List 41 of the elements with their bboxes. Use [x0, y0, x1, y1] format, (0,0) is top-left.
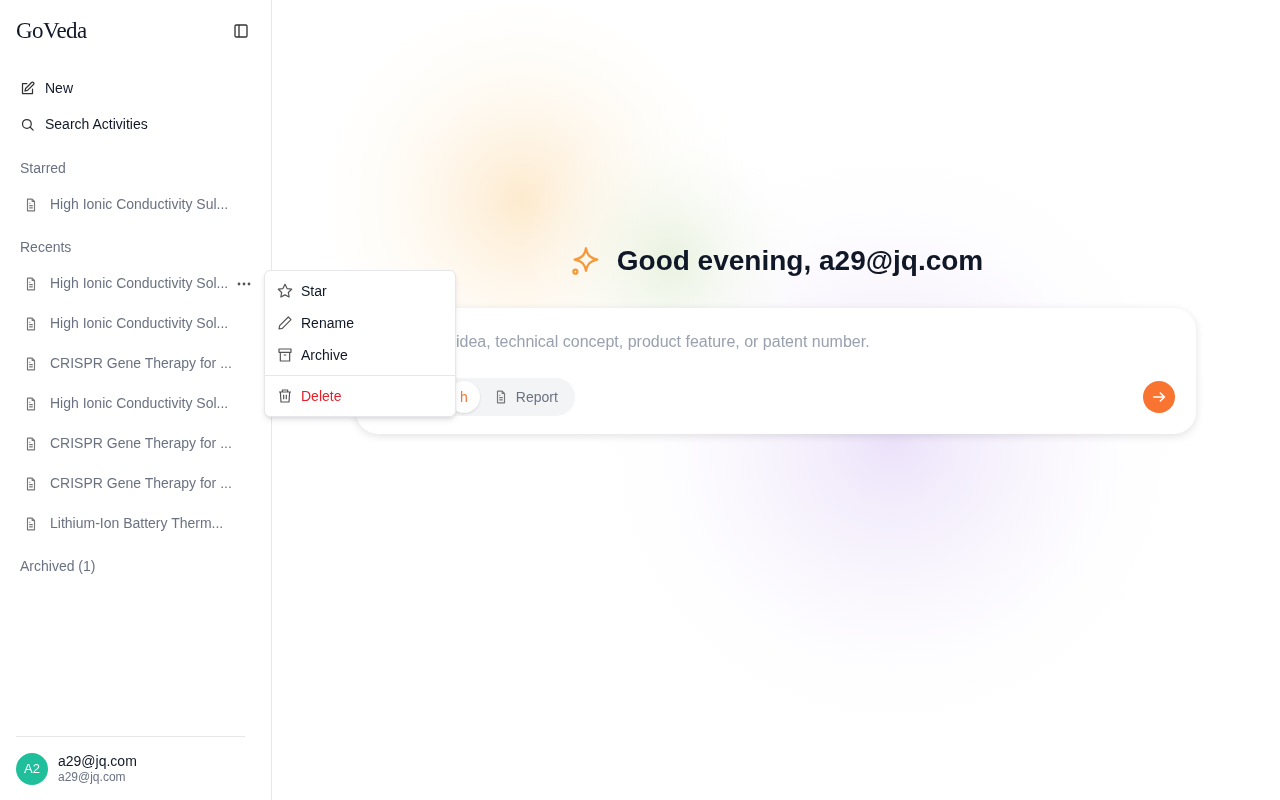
user-avatar: A2 [16, 752, 48, 785]
dots-icon [237, 281, 251, 286]
prompt-input[interactable]: idea, technical concept, product feature, or patent number. [456, 330, 1156, 354]
section-heading: Starred [19, 159, 67, 178]
activity-item[interactable]: High Ionic Conductivity Sol... [8, 263, 263, 304]
menu-item[interactable]: Archive [265, 339, 455, 371]
menu-item[interactable]: Rename [265, 307, 455, 339]
trash-icon [277, 388, 293, 404]
user-email: a29@jq.com [58, 770, 127, 785]
user-name: a29@jq.com [58, 752, 137, 770]
section-heading: Archived (1) [19, 557, 97, 576]
search-icon [20, 117, 35, 132]
star-icon [277, 283, 293, 299]
mode-tab[interactable]: Report [479, 381, 572, 413]
activity-item[interactable]: CRISPR Gene Therapy for ... [8, 463, 263, 504]
archive-icon [277, 347, 293, 363]
search-button[interactable]: Search Activities [8, 106, 263, 143]
edit-icon [20, 81, 35, 96]
activity-item[interactable]: High Ionic Conductivity Sul... [8, 184, 263, 225]
activity-item[interactable]: Lithium-Ion Battery Therm... [8, 503, 263, 544]
document-icon [24, 356, 38, 371]
activity-item[interactable]: CRISPR Gene Therapy for ... [8, 343, 263, 384]
sidebar-icon [233, 23, 249, 40]
activity-item[interactable]: High Ionic Conductivity Sol... [8, 383, 263, 424]
section-heading: Recents [19, 238, 73, 257]
document-icon [24, 436, 38, 451]
send-button[interactable] [1143, 381, 1175, 413]
document-icon [24, 396, 38, 411]
menu-item[interactable]: Star [265, 275, 455, 307]
document-icon [24, 516, 38, 531]
activity-item[interactable]: High Ionic Conductivity Sol... [8, 303, 263, 344]
document-icon [24, 316, 38, 331]
arrow-icon [1151, 389, 1167, 405]
greeting-heading: Good evening, a29@jq.com [616, 244, 984, 278]
document-icon [24, 276, 38, 291]
new-button[interactable]: New [8, 70, 263, 107]
pencil-icon [277, 315, 293, 331]
logo: GoVeda [16, 17, 87, 45]
document-icon [24, 197, 38, 212]
activity-item[interactable]: CRISPR Gene Therapy for ... [8, 423, 263, 464]
document-icon [24, 476, 38, 491]
